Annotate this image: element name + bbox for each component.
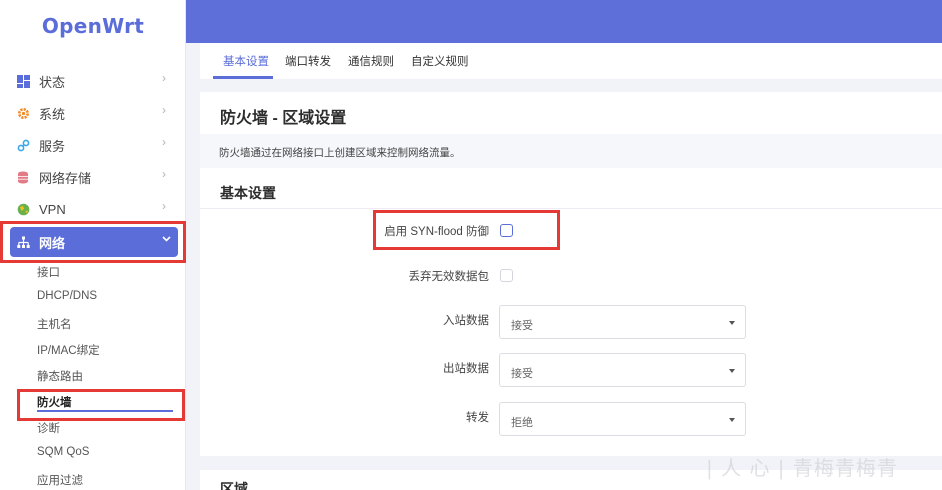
chevron-right-icon: ›	[162, 199, 166, 213]
watermark: | 人 心 | 青梅青梅青	[706, 456, 898, 480]
sidebar-item-vpn[interactable]: VPN ›	[10, 194, 178, 224]
submenu-item-dhcp-dns[interactable]: DHCP/DNS	[37, 290, 97, 302]
sidebar: OpenWrt 状态 › 系统 › 服务 › 网络存储 › VPN › 网络 接…	[0, 0, 186, 490]
sidebar-item-nas[interactable]: 网络存储 ›	[10, 162, 178, 192]
sidebar-item-services[interactable]: 服务 ›	[10, 130, 178, 160]
chevron-right-icon: ›	[162, 167, 166, 181]
active-submenu-underline	[37, 410, 173, 412]
forward-policy-select[interactable]: 拒绝	[499, 402, 746, 436]
forward-policy-value: 拒绝	[511, 417, 533, 429]
tab-basic-settings[interactable]: 基本设置	[223, 53, 269, 69]
sidebar-item-label: 网络存储	[39, 170, 92, 186]
gear-icon	[16, 106, 30, 120]
zones-section-title: 区域	[220, 481, 248, 490]
section-title: 基本设置	[220, 185, 276, 201]
description-band: 防火墙通过在网络接口上创建区域来控制网络流量。	[200, 134, 942, 168]
sidebar-item-label: 网络	[39, 235, 66, 251]
input-policy-value: 接受	[511, 320, 533, 332]
network-icon	[16, 235, 30, 249]
forward-label: 转发	[466, 412, 489, 424]
header-bar	[186, 0, 942, 43]
zone-settings-card: 防火墙 - 区域设置 防火墙通过在网络接口上创建区域来控制网络流量。 基本设置 …	[200, 92, 942, 456]
link-icon	[16, 138, 30, 152]
caret-down-icon	[729, 321, 735, 325]
syn-flood-checkbox[interactable]	[500, 224, 513, 237]
sidebar-item-label: 服务	[39, 138, 66, 154]
chevron-down-icon	[162, 235, 171, 243]
section-divider	[200, 208, 942, 209]
drop-invalid-checkbox[interactable]	[500, 269, 513, 282]
active-tab-underline	[213, 76, 273, 79]
sidebar-item-network[interactable]: 网络	[10, 227, 178, 257]
syn-flood-label: 启用 SYN-flood 防御	[384, 226, 489, 238]
database-icon	[16, 170, 30, 184]
sidebar-item-label: 系统	[39, 106, 66, 122]
submenu-item-hostnames[interactable]: 主机名	[37, 316, 72, 332]
chevron-right-icon: ›	[162, 71, 166, 85]
sidebar-item-label: 状态	[39, 74, 66, 90]
caret-down-icon	[729, 418, 735, 422]
tab-port-forwarding[interactable]: 端口转发	[285, 53, 331, 69]
submenu-item-sqm-qos[interactable]: SQM QoS	[37, 446, 89, 458]
submenu-item-static-routes[interactable]: 静态路由	[37, 368, 83, 384]
globe-icon	[16, 202, 30, 216]
chevron-right-icon: ›	[162, 103, 166, 117]
sidebar-item-system[interactable]: 系统 ›	[10, 98, 178, 128]
dashboard-icon	[16, 74, 30, 88]
output-policy-select[interactable]: 接受	[499, 353, 746, 387]
chevron-right-icon: ›	[162, 135, 166, 149]
input-policy-select[interactable]: 接受	[499, 305, 746, 339]
tab-traffic-rules[interactable]: 通信规则	[348, 53, 394, 69]
tab-custom-rules[interactable]: 自定义规则	[411, 53, 469, 69]
output-label: 出站数据	[443, 363, 489, 375]
submenu-item-app-filter[interactable]: 应用过滤	[37, 472, 83, 488]
sidebar-item-label: VPN	[39, 201, 66, 217]
sidebar-item-status[interactable]: 状态 ›	[10, 66, 178, 96]
submenu-item-firewall[interactable]: 防火墙	[37, 394, 72, 410]
submenu-item-ip-mac-binding[interactable]: IP/MAC绑定	[37, 342, 100, 358]
submenu-item-diagnostics[interactable]: 诊断	[37, 420, 60, 436]
drop-invalid-label: 丢弃无效数据包	[408, 271, 490, 283]
output-policy-value: 接受	[511, 368, 533, 380]
page-description: 防火墙通过在网络接口上创建区域来控制网络流量。	[219, 147, 461, 159]
page-title: 防火墙 - 区域设置	[220, 110, 347, 127]
caret-down-icon	[729, 369, 735, 373]
tab-bar: 基本设置 端口转发 通信规则 自定义规则	[200, 43, 942, 79]
submenu-item-interfaces[interactable]: 接口	[37, 264, 60, 280]
brand-logo[interactable]: OpenWrt	[0, 14, 186, 38]
input-label: 入站数据	[443, 315, 489, 327]
